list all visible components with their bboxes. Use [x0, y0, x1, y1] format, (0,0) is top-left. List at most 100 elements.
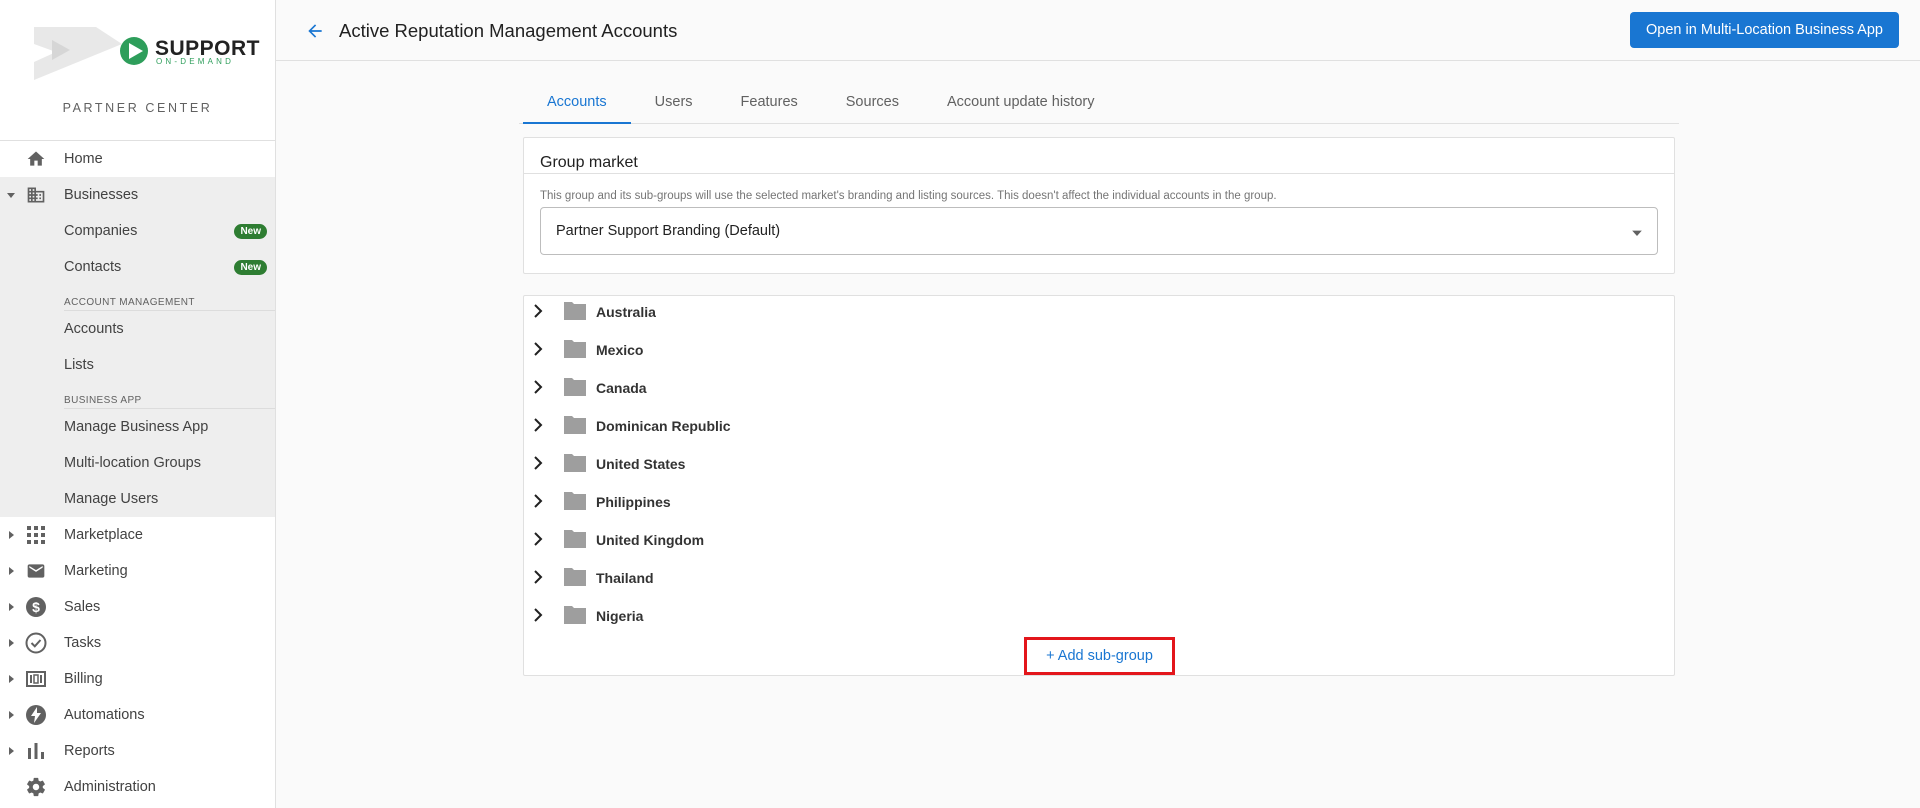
- folder-icon: [564, 530, 586, 548]
- caret-right-icon: [5, 565, 17, 577]
- group-name: Thailand: [596, 570, 654, 586]
- chevron-right-icon: [534, 380, 543, 394]
- sidebar-item-label: Administration: [64, 779, 156, 795]
- folder-icon: [564, 492, 586, 510]
- sidebar-item-label: Automations: [64, 707, 145, 723]
- group-name: Nigeria: [596, 608, 644, 624]
- sidebar-item-label: Sales: [64, 599, 101, 615]
- group-market-description: This group and its sub-groups will use t…: [540, 190, 1277, 202]
- sidebar-item-sales[interactable]: $ Sales: [0, 589, 275, 625]
- dollar-icon: $: [24, 595, 48, 619]
- tree-row[interactable]: Philippines: [524, 486, 1674, 524]
- sidebar-item-lists[interactable]: Lists: [0, 347, 275, 383]
- open-multi-location-app-button[interactable]: Open in Multi-Location Business App: [1630, 12, 1899, 48]
- sidebar-item-label: Manage Users: [64, 491, 159, 507]
- tab-users[interactable]: Users: [631, 60, 717, 123]
- sidebar-item-label: Manage Business App: [64, 419, 209, 435]
- tree-row[interactable]: United States: [524, 448, 1674, 486]
- home-icon: [24, 147, 48, 171]
- mail-icon: [24, 559, 48, 583]
- add-sub-group-button[interactable]: + Add sub-group: [1024, 637, 1175, 675]
- tree-row[interactable]: Canada: [524, 372, 1674, 410]
- partner-center-label: PARTNER CENTER: [62, 101, 213, 115]
- svg-text:$: $: [32, 599, 40, 615]
- group-market-header: Group market: [524, 138, 1674, 174]
- tree-row[interactable]: Thailand: [524, 562, 1674, 600]
- bolt-icon: [24, 703, 48, 727]
- app-root: SUPPORT ON-DEMAND PARTNER CENTER Home Bu…: [0, 0, 1920, 808]
- new-badge: New: [234, 223, 267, 239]
- caret-right-icon: [5, 673, 17, 685]
- group-name: Australia: [596, 304, 656, 320]
- sidebar-item-companies[interactable]: Companies New: [0, 213, 275, 249]
- chevron-right-icon: [534, 342, 543, 356]
- sidebar-item-marketplace[interactable]: Marketplace: [0, 517, 275, 553]
- group-name: Mexico: [596, 342, 644, 358]
- group-name: United States: [596, 456, 686, 472]
- tab-features[interactable]: Features: [717, 60, 822, 123]
- caret-right-icon: [5, 745, 17, 757]
- sidebar-item-multi-location-groups[interactable]: Multi-location Groups: [0, 445, 275, 481]
- group-market-card: Group market This group and its sub-grou…: [523, 137, 1675, 274]
- chevron-right-icon: [534, 418, 543, 432]
- tree-row[interactable]: Nigeria: [524, 600, 1674, 638]
- sidebar-item-reports[interactable]: Reports: [0, 733, 275, 769]
- chevron-right-icon: [534, 456, 543, 470]
- chevron-right-icon: [534, 608, 543, 622]
- check-circle-icon: [24, 631, 48, 655]
- arrow-back-icon: [308, 24, 322, 38]
- tab-accounts[interactable]: Accounts: [523, 60, 631, 124]
- sidebar-item-accounts[interactable]: Accounts: [0, 311, 275, 347]
- caret-right-icon: [5, 601, 17, 613]
- tree-row[interactable]: Mexico: [524, 334, 1674, 372]
- sidebar-item-home[interactable]: Home: [0, 141, 275, 177]
- section-label: ACCOUNT MANAGEMENT: [64, 297, 195, 308]
- tree-row[interactable]: United Kingdom: [524, 524, 1674, 562]
- apps-grid-icon: [24, 523, 48, 547]
- sidebar-item-tasks[interactable]: Tasks: [0, 625, 275, 661]
- brand-header: SUPPORT ON-DEMAND PARTNER CENTER: [0, 0, 275, 141]
- sidebar-item-label: Marketing: [64, 563, 128, 579]
- group-name: United Kingdom: [596, 532, 705, 548]
- sidebar-item-administration[interactable]: Administration: [0, 769, 275, 805]
- brand-tagline: ON-DEMAND: [156, 57, 235, 66]
- section-label: BUSINESS APP: [64, 395, 142, 406]
- sidebar-group-businesses: Businesses Companies New Contacts New AC…: [0, 177, 275, 517]
- sidebar-item-label: Reports: [64, 743, 115, 759]
- tab-account-update-history[interactable]: Account update history: [923, 60, 1119, 123]
- gear-icon: [24, 775, 48, 799]
- group-name: Dominican Republic: [596, 418, 731, 434]
- sidebar-item-contacts[interactable]: Contacts New: [0, 249, 275, 285]
- back-button[interactable]: [302, 18, 328, 44]
- tab-sources[interactable]: Sources: [822, 60, 923, 123]
- sidebar-item-label: Tasks: [64, 635, 102, 651]
- new-badge: New: [234, 259, 267, 275]
- tree-row[interactable]: Dominican Republic: [524, 410, 1674, 448]
- chevron-right-icon: [534, 532, 543, 546]
- sidebar: SUPPORT ON-DEMAND PARTNER CENTER Home Bu…: [0, 0, 276, 808]
- sidebar-item-businesses[interactable]: Businesses: [0, 177, 275, 213]
- market-select-value: Partner Support Branding (Default): [556, 223, 781, 239]
- top-bar: Active Reputation Management Accounts Op…: [276, 0, 1920, 61]
- folder-icon: [564, 606, 586, 624]
- sidebar-item-label: Multi-location Groups: [64, 455, 201, 471]
- business-icon: [24, 183, 48, 207]
- chevron-right-icon: [534, 304, 543, 318]
- dropdown-arrow-icon: [1631, 226, 1643, 244]
- chevron-right-icon: [534, 494, 543, 508]
- sidebar-item-automations[interactable]: Automations: [0, 697, 275, 733]
- sidebar-item-manage-users[interactable]: Manage Users: [0, 481, 275, 517]
- sub-groups-card: Australia Mexico Canada Dominican Republ…: [523, 295, 1675, 676]
- billing-icon: [24, 667, 48, 691]
- page-title: Active Reputation Management Accounts: [339, 20, 678, 41]
- content-area: Accounts Users Features Sources Account …: [519, 60, 1679, 676]
- sidebar-item-label: Contacts: [64, 259, 122, 275]
- sidebar-item-manage-business-app[interactable]: Manage Business App: [0, 409, 275, 445]
- sidebar-item-billing[interactable]: Billing: [0, 661, 275, 697]
- folder-icon: [564, 340, 586, 358]
- sidebar-item-marketing[interactable]: Marketing: [0, 553, 275, 589]
- tree-row[interactable]: Australia: [524, 296, 1674, 334]
- market-select[interactable]: Partner Support Branding (Default): [540, 207, 1658, 255]
- folder-icon: [564, 302, 586, 320]
- caret-right-icon: [5, 709, 17, 721]
